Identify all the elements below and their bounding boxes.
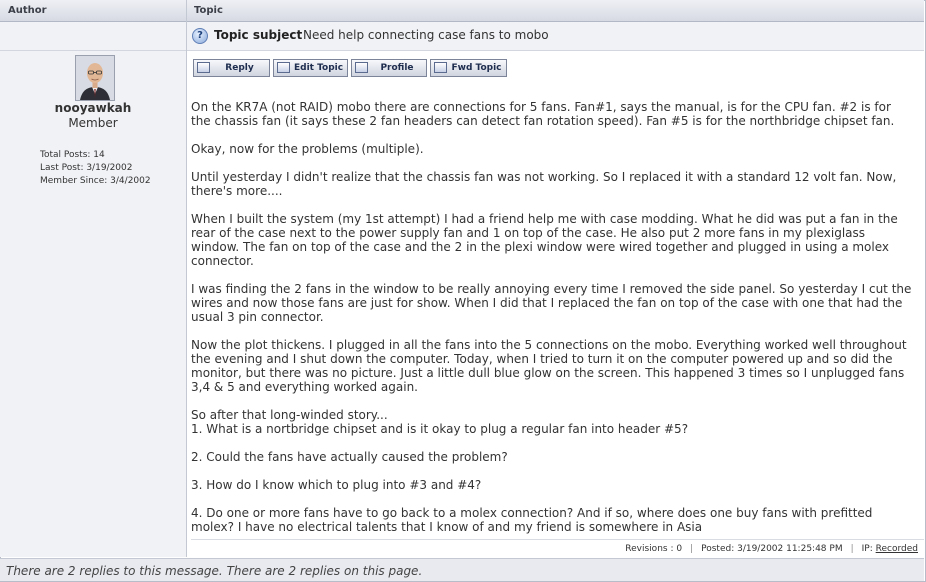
post-paragraph: I was finding the 2 fans in the window t… [191, 282, 912, 324]
post-body: On the KR7A (not RAID) mobo there are co… [191, 100, 913, 548]
post-meta: Revisions : 0 | Posted: 3/19/2002 11:25:48… [625, 544, 918, 554]
replies-summary: There are 2 replies to this message. The… [6, 564, 423, 578]
subject-row-left [0, 22, 186, 51]
post-paragraph: On the KR7A (not RAID) mobo there are co… [191, 100, 895, 128]
profile-icon [355, 62, 368, 73]
meta-divider [191, 539, 924, 540]
author-member-since: Member Since: 3/4/2002 [40, 176, 151, 186]
question-2: 2. Could the fans have actually caused t… [191, 450, 508, 464]
topic-column-header: Topic [194, 5, 223, 16]
question-4: 4. Do one or more fans have to go back t… [191, 506, 873, 534]
author-rank: Member [68, 116, 118, 130]
author-username[interactable]: nooyawkah [0, 101, 186, 115]
post-paragraph: Okay, now for the problems (multiple). [191, 142, 424, 156]
ip-label: IP: [861, 544, 873, 554]
revisions-count: Revisions : 0 [625, 544, 683, 554]
question-1: 1. What is a nortbridge chipset and is i… [191, 422, 689, 436]
post-paragraph: So after that long-winded story... 1. Wh… [191, 408, 913, 436]
question-icon: ? [192, 28, 208, 44]
edit-icon [277, 62, 290, 73]
question-3: 3. How do I know which to plug into #3 a… [191, 478, 482, 492]
author-column-header: Author [8, 5, 47, 16]
topic-subject-label: Topic subject [214, 28, 303, 42]
reply-button[interactable]: Reply [193, 59, 270, 77]
table-header: Author Topic [0, 0, 924, 22]
profile-button[interactable]: Profile [351, 59, 427, 77]
forward-topic-button[interactable]: Fwd Topic [430, 59, 507, 77]
reply-icon [197, 62, 210, 73]
envelope-icon [434, 62, 447, 73]
author-total-posts: Total Posts: 14 [40, 150, 105, 160]
avatar[interactable] [75, 55, 115, 101]
post-line: So after that long-winded story... [191, 408, 388, 422]
replies-footer: There are 2 replies to this message. The… [0, 558, 924, 581]
ip-recorded-link[interactable]: Recorded [876, 544, 918, 554]
topic-subject-value: Need help connecting case fans to mobo [303, 28, 549, 42]
post-paragraph: When I built the system (my 1st attempt)… [191, 212, 898, 268]
posted-date: Posted: 3/19/2002 11:25:48 PM [701, 544, 843, 554]
author-last-post: Last Post: 3/19/2002 [40, 163, 133, 173]
edit-topic-button[interactable]: Edit Topic [273, 59, 348, 77]
post-paragraph: Until yesterday I didn't realize that th… [191, 170, 897, 198]
post-paragraph: Now the plot thickens. I plugged in all … [191, 338, 907, 394]
